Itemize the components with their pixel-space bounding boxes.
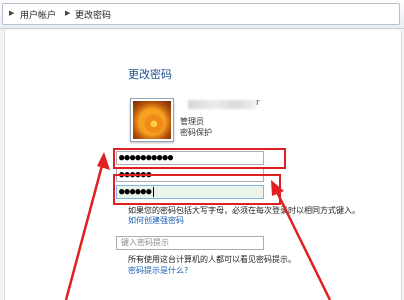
annotation-arrows <box>64 152 332 300</box>
annotation-arrowhead-right <box>271 180 284 196</box>
annotation-arrowhead-left <box>97 152 110 170</box>
annotation-arrow-right <box>272 185 332 300</box>
annotation-arrow-left <box>64 157 106 300</box>
